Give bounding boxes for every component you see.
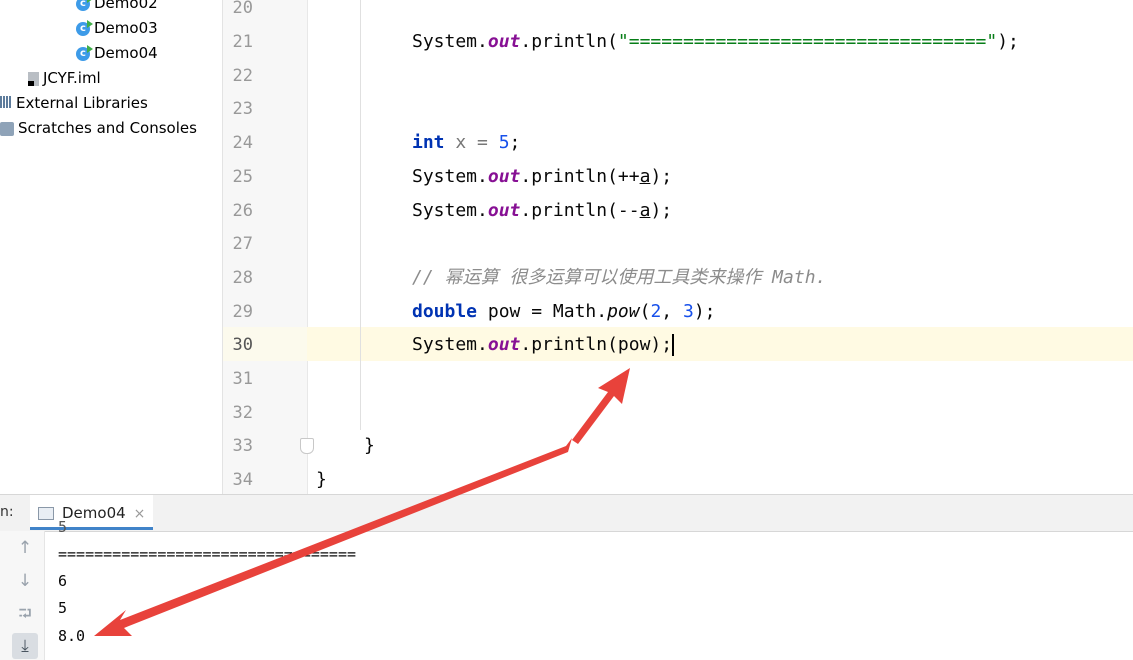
text-caret — [672, 334, 675, 356]
tree-item-external-libraries[interactable]: External Libraries — [0, 91, 148, 116]
tree-item-jcyf-iml[interactable]: JCYF.iml — [28, 66, 101, 91]
line-number: 25 — [232, 167, 253, 187]
line-number: 24 — [232, 133, 253, 153]
iml-file-icon — [28, 71, 39, 86]
line-number: 29 — [232, 302, 253, 322]
tree-item-scratches[interactable]: Scratches and Consoles — [0, 116, 197, 141]
console-line: 8.0 — [58, 627, 86, 645]
run-panel-header: n: Demo04 × — [0, 494, 1133, 532]
tree-item-demo03[interactable]: c Demo03 — [76, 16, 158, 41]
run-panel-label: n: — [0, 504, 14, 520]
run-tab-demo04[interactable]: Demo04 × — [30, 495, 154, 530]
line-number: 20 — [232, 0, 253, 18]
code-line-28-comment: // 幂运算 很多运算可以使用工具类来操作 Math. — [412, 267, 827, 288]
line-number: 28 — [232, 268, 253, 288]
code-line-25: System.out.println(++a); — [412, 166, 673, 187]
java-class-icon: c — [76, 44, 93, 61]
line-number: 33 — [232, 436, 253, 456]
tree-item-demo02[interactable]: c Demo02 — [76, 0, 158, 16]
line-number: 22 — [232, 66, 253, 86]
line-numbers: 20 21 22 23 24 25 26 27 28 29 30 31 32 3… — [223, 0, 263, 494]
code-line-26: System.out.println(--a); — [412, 200, 673, 221]
line-number-current: 30 — [232, 335, 253, 355]
line-number: 31 — [232, 369, 253, 389]
console-icon — [38, 507, 54, 520]
line-number: 34 — [232, 470, 253, 490]
run-toolbar: ↑ ↓ ⮒ ⤓ — [0, 531, 45, 660]
project-tree-panel: c Demo02 c Demo03 c Demo04 JCYF.iml Externa… — [0, 0, 223, 494]
arrow-up-icon[interactable]: ↑ — [12, 535, 38, 561]
soft-wrap-icon[interactable]: ⮒ — [12, 601, 38, 627]
arrow-down-icon[interactable]: ↓ — [12, 568, 38, 594]
code-line-33: } — [364, 435, 375, 456]
code-line-34: } — [316, 469, 327, 490]
code-editor[interactable]: System.out.println("====================… — [307, 0, 1133, 494]
console-line-clipped: 5 — [58, 518, 68, 536]
console-line: 5 — [58, 599, 68, 617]
java-class-icon: c — [76, 19, 93, 36]
scroll-to-end-icon[interactable]: ⤓ — [12, 633, 38, 659]
code-line-29: double pow = Math.pow(2, 3); — [412, 301, 716, 322]
line-number: 32 — [232, 403, 253, 423]
line-number: 26 — [232, 201, 253, 221]
console-line: ================================= — [58, 545, 357, 563]
scratch-icon — [0, 121, 14, 136]
line-number: 23 — [232, 99, 253, 119]
line-number: 21 — [232, 32, 253, 52]
library-icon — [0, 91, 12, 116]
code-line-24: int x = 5; — [412, 132, 521, 153]
tree-item-demo04[interactable]: c Demo04 — [76, 41, 158, 66]
code-line-21: System.out.println("====================… — [412, 31, 1019, 52]
code-line-30: System.out.println(pow); — [412, 334, 675, 356]
close-icon[interactable]: × — [134, 506, 146, 522]
java-class-icon: c — [76, 0, 93, 11]
line-number: 27 — [232, 234, 253, 254]
console-line: 6 — [58, 572, 68, 590]
